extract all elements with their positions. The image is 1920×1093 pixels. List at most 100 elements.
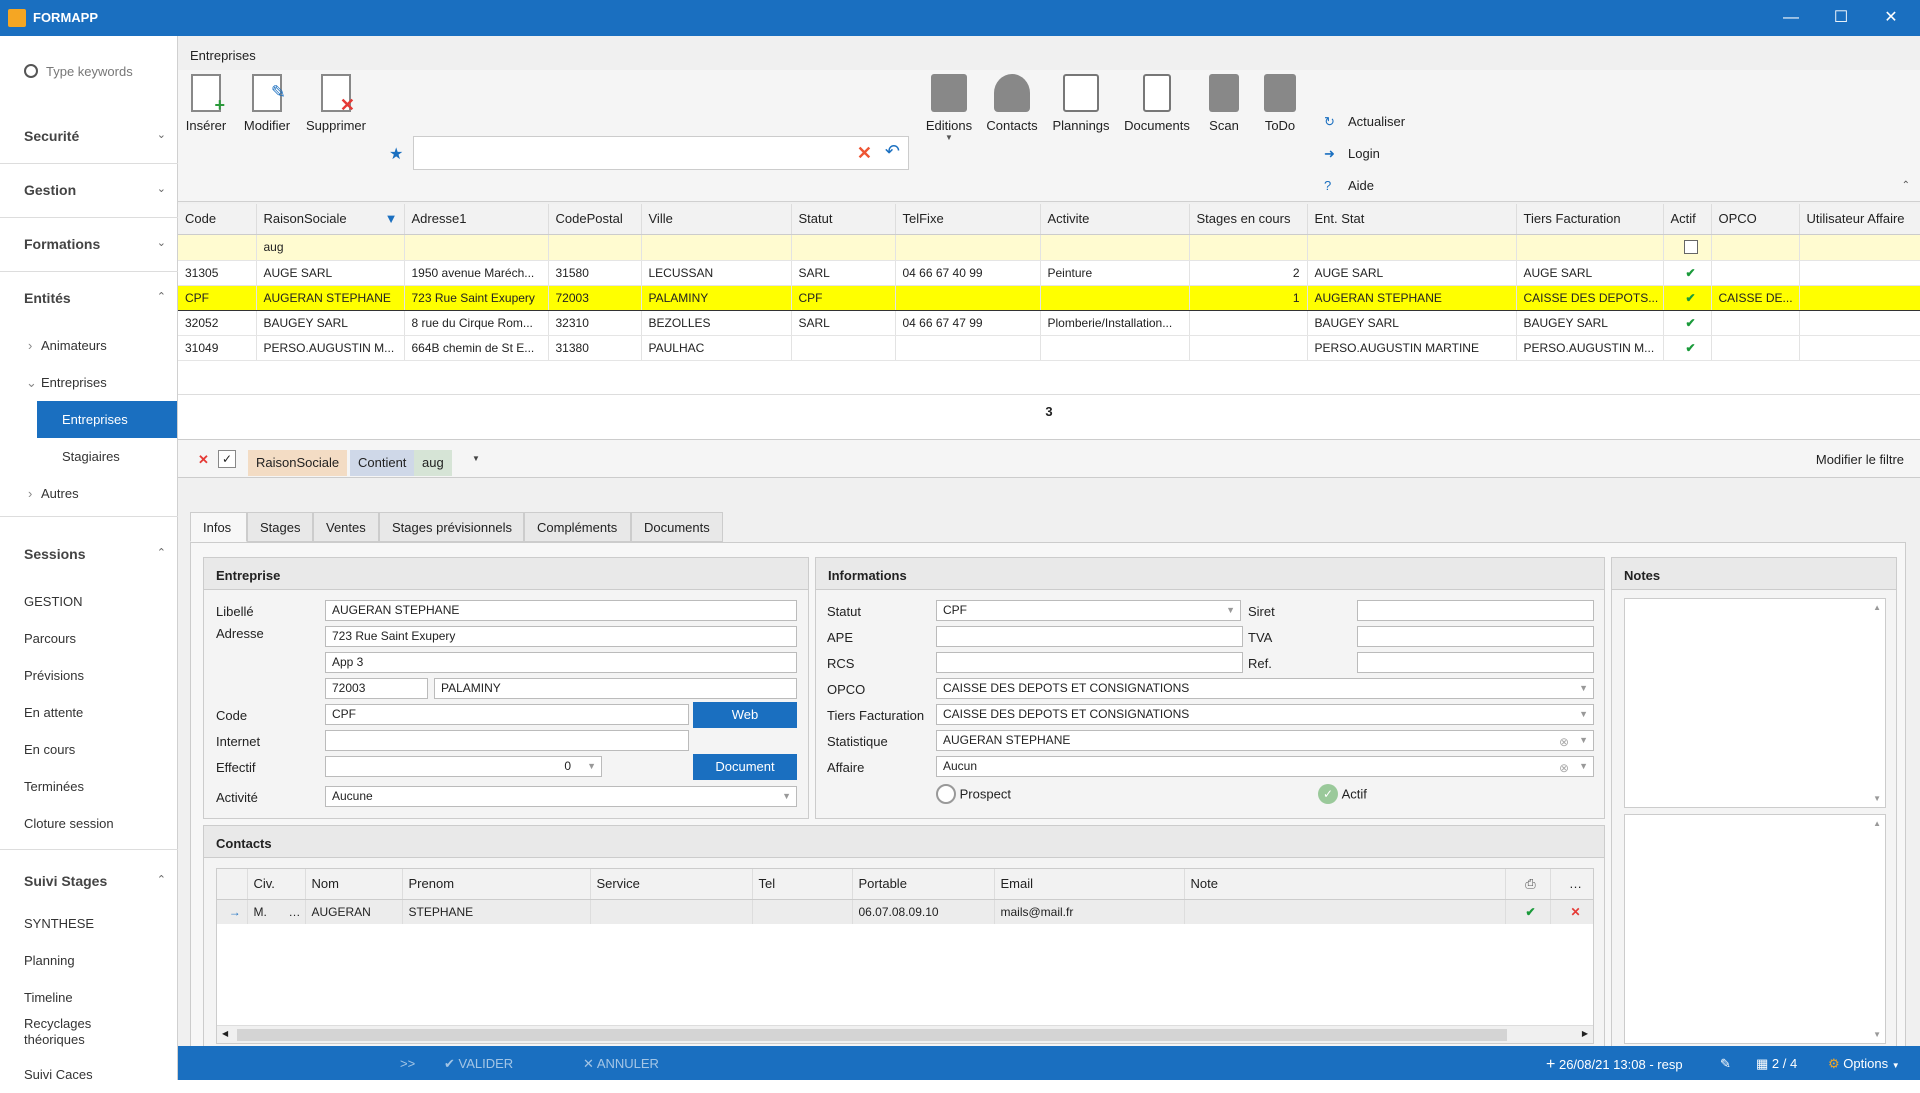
filter-field-chip[interactable]: RaisonSociale (248, 450, 348, 476)
section-gestion[interactable]: Gestion ⌄ (0, 164, 178, 218)
collapse-ribbon-icon[interactable]: ⌃ (1902, 180, 1910, 191)
dropdown-arrow-icon[interactable]: ▼ (1579, 679, 1588, 698)
column-header-nom[interactable]: Nom (305, 869, 403, 900)
effectif-spinner[interactable]: 0 ▼ (325, 756, 602, 777)
close-icon[interactable]: ✕ (1868, 0, 1914, 36)
sidebar-item-autres[interactable]: › Autres (0, 475, 178, 517)
undo-icon[interactable]: ↶ (885, 141, 900, 162)
section-sessions[interactable]: Sessions ⌃ (0, 528, 178, 582)
column-header-service[interactable]: Service (590, 869, 753, 900)
login-link[interactable]: ➜ Login (1324, 146, 1380, 162)
scroll-left-icon[interactable]: ◀ (222, 1029, 228, 1038)
section-formations[interactable]: Formations ⌄ (0, 218, 178, 272)
sidebar-item-terminees[interactable]: Terminées (0, 768, 178, 805)
favorite-star-icon[interactable]: ★ (389, 144, 403, 164)
dropdown-arrow-icon[interactable]: ▼ (1226, 601, 1235, 620)
siret-field[interactable] (1357, 600, 1594, 621)
refresh-link[interactable]: ↻ Actualiser (1324, 114, 1405, 130)
dropdown-arrow-icon[interactable]: ▼ (1579, 705, 1588, 724)
sidebar-item-timeline[interactable]: Timeline (0, 979, 178, 1016)
libelle-field[interactable]: AUGERAN STEPHANE (325, 600, 797, 621)
notes-textarea-1[interactable]: ▲ ▼ (1624, 598, 1886, 808)
ribbon-search-input[interactable]: ✕ ↶ (413, 136, 909, 170)
sidebar-item-gestion[interactable]: GESTION (0, 583, 178, 620)
document-button[interactable]: Document (693, 754, 797, 780)
opco-select[interactable]: CAISSE DES DEPOTS ET CONSIGNATIONS ▼ (936, 678, 1594, 699)
clear-search-icon[interactable]: ✕ (857, 143, 872, 164)
sidebar-item-parcours[interactable]: Parcours (0, 620, 178, 657)
help-link[interactable]: ? Aide (1324, 178, 1374, 193)
internet-field[interactable] (325, 730, 689, 751)
editions-button[interactable]: Editions ▼ (921, 74, 977, 142)
edit-pencil-icon[interactable]: ✎ (1720, 1056, 1731, 1072)
cp-field[interactable]: 72003 (325, 678, 428, 699)
section-entites[interactable]: Entités ⌃ (0, 272, 178, 326)
scroll-thumb[interactable] (237, 1029, 1507, 1041)
scroll-down-icon[interactable]: ▼ (1873, 794, 1881, 803)
tiers-select[interactable]: CAISSE DES DEPOTS ET CONSIGNATIONS ▼ (936, 704, 1594, 725)
clear-filter-icon[interactable]: ✕ (198, 452, 209, 468)
column-header-opco[interactable]: OPCO (1711, 204, 1800, 235)
sidebar-item-cloture[interactable]: Cloture session (0, 805, 178, 850)
filter-cell[interactable] (1711, 234, 1800, 261)
filter-operator-chip[interactable]: Contient (350, 450, 415, 476)
cell-prenom[interactable]: STEPHANE (402, 899, 591, 924)
tva-field[interactable] (1357, 626, 1594, 647)
column-header-raisonsociale[interactable]: RaisonSociale ▼ (256, 204, 405, 235)
expand-icon[interactable]: >> (400, 1056, 415, 1071)
table-row[interactable]: 32052 BAUGEY SARL 8 rue du Cirque Rom... 32… (178, 310, 1920, 336)
sidebar-item-entreprises-list[interactable]: Entreprises (37, 401, 177, 438)
filter-cell[interactable] (1040, 234, 1190, 261)
filter-dropdown-icon[interactable]: ▼ (472, 454, 480, 463)
maximize-icon[interactable]: ☐ (1818, 0, 1864, 36)
contacts-button[interactable]: Contacts (984, 74, 1040, 133)
actif-toggle[interactable]: ✓ Actif (1318, 784, 1367, 804)
clear-icon[interactable]: ⊗ (1559, 733, 1569, 750)
dropdown-arrow-icon[interactable]: ▼ (782, 787, 791, 806)
sidebar-item-synthese[interactable]: SYNTHESE (0, 905, 178, 942)
tab-complements[interactable]: Compléments (524, 512, 631, 542)
sidebar-item-en-attente[interactable]: En attente (0, 694, 178, 731)
filter-cell[interactable] (1799, 234, 1920, 261)
validate-button[interactable]: ✔ VALIDER (444, 1056, 513, 1072)
filter-cell[interactable] (1307, 234, 1517, 261)
modify-filter-link[interactable]: Modifier le filtre (1816, 452, 1904, 467)
filter-cell[interactable] (641, 234, 792, 261)
filter-cell[interactable] (178, 234, 257, 261)
filter-cell[interactable] (791, 234, 896, 261)
column-header-tiers[interactable]: Tiers Facturation (1516, 204, 1664, 235)
scroll-right-icon[interactable]: ▶ (1582, 1029, 1588, 1038)
adresse1-field[interactable]: 723 Rue Saint Exupery (325, 626, 797, 647)
civ-ellipsis-icon[interactable]: … (289, 905, 301, 919)
scroll-up-icon[interactable]: ▲ (1873, 603, 1881, 612)
insert-button[interactable]: + Insérer (182, 74, 230, 133)
column-header-entstat[interactable]: Ent. Stat (1307, 204, 1517, 235)
column-header-adresse1[interactable]: Adresse1 (404, 204, 549, 235)
dropdown-arrow-icon[interactable]: ▼ (1579, 757, 1588, 776)
code-field[interactable]: CPF (325, 704, 689, 725)
filter-checkbox[interactable] (1663, 234, 1712, 261)
table-row[interactable]: 31305 AUGE SARL 1950 avenue Maréch... 31580… (178, 260, 1920, 286)
sidebar-item-en-cours[interactable]: En cours (0, 731, 178, 768)
filter-funnel-icon[interactable]: ▼ (385, 211, 398, 226)
filter-cell-raisonsociale[interactable]: aug (256, 234, 405, 261)
table-row[interactable]: 31049 PERSO.AUGUSTIN M... 664B chemin de S… (178, 335, 1920, 361)
cell-nom[interactable]: AUGERAN (305, 899, 403, 924)
sidebar-item-planning[interactable]: Planning (0, 942, 178, 979)
sidebar-search[interactable]: Type keywords (24, 64, 133, 79)
column-header-utilisateur[interactable]: Utilisateur Affaire (1799, 204, 1920, 235)
filter-value-chip[interactable]: aug (414, 450, 452, 476)
delete-contact-icon[interactable]: ✕ (1550, 899, 1593, 924)
cell-portable[interactable]: 06.07.08.09.10 (852, 899, 995, 924)
column-header-statut[interactable]: Statut (791, 204, 896, 235)
column-header-activite[interactable]: Activite (1040, 204, 1190, 235)
ref-field[interactable] (1357, 652, 1594, 673)
column-header-codepostal[interactable]: CodePostal (548, 204, 642, 235)
web-button[interactable]: Web (693, 702, 797, 728)
more-options-icon[interactable]: … (1550, 869, 1593, 900)
todo-button[interactable]: ToDo (1258, 74, 1302, 133)
section-securite[interactable]: Securité ⌄ (0, 110, 178, 164)
cell-civ[interactable]: M.… (247, 899, 306, 924)
table-row[interactable]: → M. … AUGERAN STEPHANE 06.07.08.09.10 ma… (217, 899, 1593, 924)
cell-service[interactable] (590, 899, 753, 924)
